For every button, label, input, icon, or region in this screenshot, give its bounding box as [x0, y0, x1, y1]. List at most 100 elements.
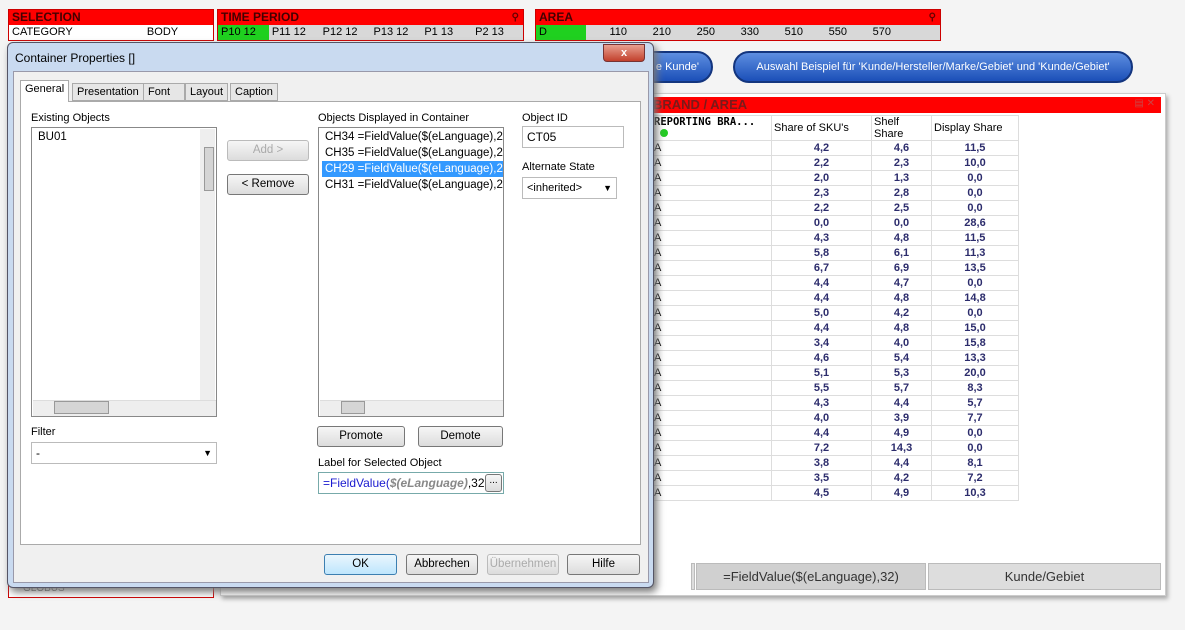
label-selected-object-input[interactable]: =FieldValue($(eLanguage),32 ... [318, 472, 504, 494]
body-care-value[interactable]: BODY CARE [144, 25, 213, 53]
table-cell: 4,0 [771, 410, 872, 426]
table-row[interactable]: A 4,4 4,9 0,0 [651, 425, 1019, 441]
area-item[interactable]: 550 [806, 25, 850, 40]
table-cell: 11,5 [931, 230, 1019, 246]
ok-button[interactable]: OK [324, 554, 397, 575]
tab-presentation[interactable]: Presentation [72, 83, 144, 101]
displayed-object-item[interactable]: CH29 =FieldValue($(eLanguage),25) [322, 161, 503, 177]
column-header[interactable]: Shelf Share [871, 115, 932, 141]
close-button[interactable]: x [603, 44, 645, 62]
table-row[interactable]: A 3,4 4,0 15,8 [651, 335, 1019, 351]
area-item[interactable]: D TOTAL [536, 25, 586, 53]
table-row[interactable]: A 5,0 4,2 0,0 [651, 305, 1019, 321]
table-row[interactable]: A 7,2 14,3 0,0 [651, 440, 1019, 456]
table-row[interactable]: A 4,5 4,9 10,3 [651, 485, 1019, 501]
column-header[interactable]: Display Share [931, 115, 1019, 141]
table-cell: 10,3 [931, 485, 1019, 501]
table-row[interactable]: A 4,6 5,4 13,3 [651, 350, 1019, 366]
table-cell: 4,7 [871, 275, 932, 291]
tab-hidden[interactable] [691, 563, 695, 590]
table-row[interactable]: A 4,3 4,8 11,5 [651, 230, 1019, 246]
search-icon[interactable]: ⚲ [929, 10, 936, 25]
table-row[interactable]: A 4,4 4,7 0,0 [651, 275, 1019, 291]
remove-button[interactable]: < Remove [227, 174, 309, 195]
example-button-kunde-gebiet[interactable]: Auswahl Beispiel für 'Kunde/Hersteller/M… [733, 51, 1133, 83]
table-cell: 4,3 [771, 230, 872, 246]
table-row[interactable]: A 2,3 2,8 0,0 [651, 185, 1019, 201]
table-row[interactable]: A 5,8 6,1 11,3 [651, 245, 1019, 261]
table-row[interactable]: A 4,0 3,9 7,7 [651, 410, 1019, 426]
table-row[interactable]: A 2,2 2,3 10,0 [651, 155, 1019, 171]
column-header[interactable]: REPORTING BRA... [651, 115, 772, 141]
existing-objects-label: Existing Objects [31, 112, 110, 124]
existing-objects-list[interactable]: BU01BU02BU03BU04BU05BU06BU07BU08BU09BU10… [31, 127, 217, 417]
tab-fieldvalue-32[interactable]: =FieldValue($(eLanguage),32) [696, 563, 926, 590]
object-id-label: Object ID [522, 112, 568, 124]
area-item[interactable]: 330 [718, 25, 762, 40]
area-item[interactable]: 210 [630, 25, 674, 40]
object-id-input[interactable]: CT05 [522, 126, 624, 148]
table-cell: A [651, 410, 772, 426]
table-row[interactable]: A 2,0 1,3 0,0 [651, 170, 1019, 186]
table-icons[interactable]: ▤ ✕ [1134, 98, 1155, 109]
table-row[interactable]: A 6,7 6,9 13,5 [651, 260, 1019, 276]
table-cell: A [651, 365, 772, 381]
table-cell: 4,4 [771, 320, 872, 336]
help-button[interactable]: Hilfe [567, 554, 640, 575]
table-row[interactable]: A 4,4 4,8 14,8 [651, 290, 1019, 306]
cancel-button[interactable]: Abbrechen [406, 554, 478, 575]
displayed-objects-list[interactable]: CH34 =FieldValue($(eLanguage),27) CH35 =F… [318, 127, 504, 417]
horizontal-scrollbar[interactable] [320, 400, 503, 416]
table-cell: A [651, 290, 772, 306]
table-row[interactable]: A 4,4 4,8 15,0 [651, 320, 1019, 336]
alternate-state-dropdown[interactable]: <inherited> ▼ [522, 177, 617, 199]
area-item[interactable]: 110 [586, 25, 630, 40]
table-row[interactable]: A 5,5 5,7 8,3 [651, 380, 1019, 396]
table-cell: 4,9 [871, 485, 932, 501]
time-period-item[interactable]: P11 12 [269, 25, 320, 40]
time-period-item[interactable]: P2 13 [472, 25, 523, 40]
table-row[interactable]: A 2,2 2,5 0,0 [651, 200, 1019, 216]
tab-caption[interactable]: Caption [230, 83, 278, 101]
table-row[interactable]: A 0,0 0,0 28,6 [651, 215, 1019, 231]
displayed-object-item[interactable]: CH34 =FieldValue($(eLanguage),27) [322, 129, 503, 145]
table-cell: 5,4 [871, 350, 932, 366]
add-button[interactable]: Add > [227, 140, 309, 161]
table-row[interactable]: A 3,8 4,4 8,1 [651, 455, 1019, 471]
table-cell: 4,3 [771, 395, 872, 411]
displayed-object-item[interactable]: CH31 =FieldValue($(eLanguage),24) [322, 177, 503, 193]
dialog-title: Container Properties [] [15, 51, 136, 65]
expression-editor-button[interactable]: ... [485, 474, 502, 492]
filter-dropdown[interactable]: - ▼ [31, 442, 217, 464]
alternate-state-label: Alternate State [522, 161, 595, 173]
time-period-item[interactable]: P10 12 [218, 25, 269, 40]
promote-button[interactable]: Promote [317, 426, 405, 447]
existing-object-item[interactable]: BU01 [35, 129, 202, 144]
time-period-item[interactable]: P12 12 [320, 25, 371, 40]
container-properties-dialog: Container Properties [] x General Presen… [7, 42, 654, 588]
apply-button[interactable]: Übernehmen [487, 554, 559, 575]
area-item[interactable]: 250 [674, 25, 718, 40]
tab-kunde-gebiet[interactable]: Kunde/Gebiet [928, 563, 1161, 590]
time-period-item[interactable]: P13 12 [370, 25, 421, 40]
table-cell: A [651, 395, 772, 411]
column-header[interactable]: Share of SKU's [771, 115, 872, 141]
tab-general[interactable]: General [20, 80, 70, 102]
demote-button[interactable]: Demote [418, 426, 503, 447]
area-item[interactable]: 570 [850, 25, 894, 40]
time-period-item[interactable]: P1 13 [421, 25, 472, 40]
table-cell: 13,3 [931, 350, 1019, 366]
horizontal-scrollbar[interactable] [33, 400, 216, 416]
table-row[interactable]: A 3,5 4,2 7,2 [651, 470, 1019, 486]
table-row[interactable]: A 4,3 4,4 5,7 [651, 395, 1019, 411]
table-row[interactable]: A 5,1 5,3 20,0 [651, 365, 1019, 381]
area-item[interactable]: 510 [762, 25, 806, 40]
tab-layout[interactable]: Layout [185, 83, 229, 101]
vertical-scrollbar[interactable] [200, 129, 215, 401]
category-dropdown[interactable]: CATEGORY [9, 25, 144, 40]
column-header-label: Shelf Share [874, 116, 904, 140]
table-row[interactable]: A 4,2 4,6 11,5 [651, 140, 1019, 156]
tab-font[interactable]: Font [143, 83, 185, 101]
search-icon[interactable]: ⚲ [512, 10, 519, 25]
displayed-object-item[interactable]: CH35 =FieldValue($(eLanguage),24)&' [322, 145, 503, 161]
